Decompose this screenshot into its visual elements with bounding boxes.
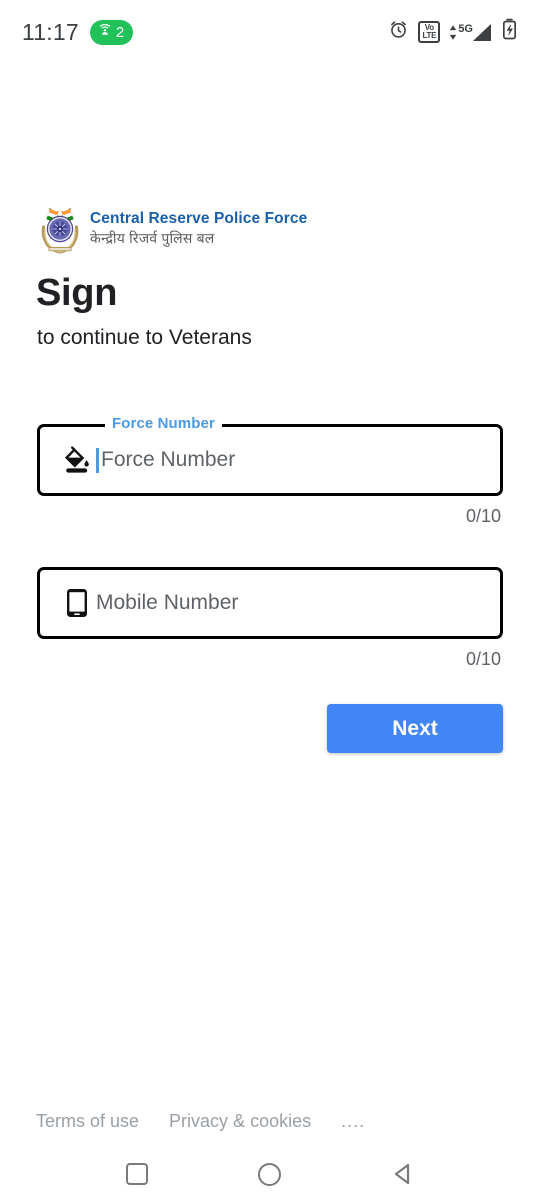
mobile-number-placeholder: Mobile Number (96, 591, 239, 614)
page-subtitle: to continue to Veterans (37, 326, 252, 349)
hotspot-icon (97, 22, 113, 42)
force-number-counter: 0/10 (465, 506, 501, 526)
android-nav-bar (0, 1148, 540, 1200)
mobile-number-counter: 0/10 (465, 649, 501, 669)
page-title: Sign (36, 272, 118, 314)
mobile-number-field-group: Mobile Number 0/10 (37, 567, 503, 670)
data-transfer-arrows-icon (449, 24, 457, 40)
app-screen: 11:17 2 Vo LTE 5G Central Reserve Police… (0, 0, 540, 1200)
crpf-emblem-icon (37, 203, 83, 255)
status-bar-clock: 11:17 (22, 18, 79, 45)
more-options-link[interactable]: .... (341, 1111, 365, 1132)
force-number-field-group: Force Number Force Number 0/10 (37, 416, 503, 527)
status-bar-left: 11:17 2 (22, 18, 134, 46)
home-circle-icon[interactable] (243, 1154, 297, 1194)
alarm-clock-icon (388, 19, 409, 45)
status-bar-right: Vo LTE 5G (388, 18, 518, 46)
brand-text: Central Reserve Police Force केन्द्रीय र… (90, 210, 307, 248)
brand-name-english: Central Reserve Police Force (90, 210, 308, 227)
terms-of-use-link[interactable]: Terms of use (36, 1111, 139, 1132)
force-number-placeholder: Force Number (101, 448, 236, 471)
privacy-cookies-link[interactable]: Privacy & cookies (169, 1111, 311, 1132)
force-number-input[interactable]: Force Number Force Number (37, 416, 503, 496)
force-number-label: Force Number (105, 416, 222, 431)
hotspot-count: 2 (115, 23, 125, 41)
volte-icon: Vo LTE (418, 21, 441, 43)
brand-name-hindi: केन्द्रीय रिजर्व पुलिस बल (90, 230, 215, 246)
brand-logo: Central Reserve Police Force केन्द्रीय र… (37, 203, 307, 255)
status-bar: 11:17 2 Vo LTE 5G (0, 0, 540, 64)
mobile-number-input[interactable]: Mobile Number (37, 567, 503, 639)
battery-charging-icon (501, 18, 518, 46)
back-triangle-icon[interactable] (376, 1154, 430, 1194)
next-button[interactable]: Next (327, 704, 503, 753)
text-cursor (96, 447, 99, 473)
signal-bars-icon: 5G (449, 23, 492, 42)
paint-bucket-icon (58, 445, 96, 475)
hotspot-badge: 2 (89, 19, 134, 45)
footer-links: Terms of use Privacy & cookies .... (36, 1111, 365, 1132)
recents-square-icon[interactable] (110, 1154, 164, 1194)
smartphone-icon (58, 587, 96, 619)
